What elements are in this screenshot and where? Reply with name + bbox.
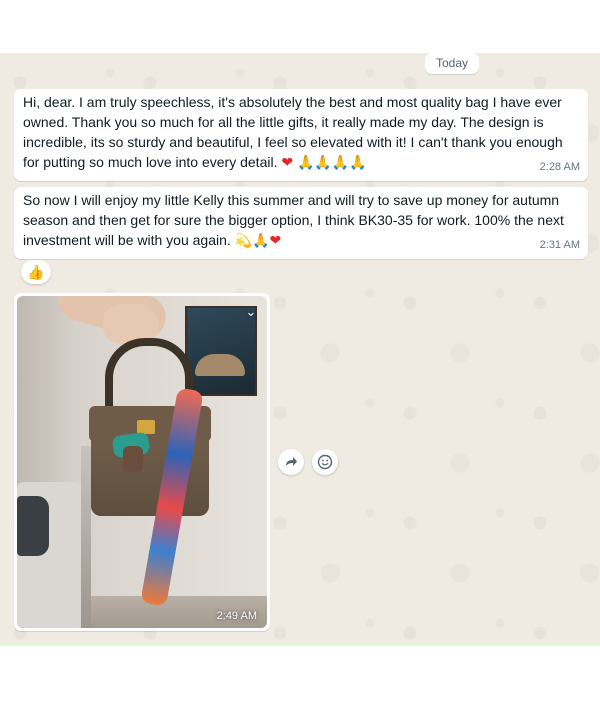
- smiley-icon: [317, 454, 333, 470]
- message-bubble[interactable]: So now I will enjoy my little Kelly this…: [14, 187, 588, 259]
- handbag-photo[interactable]: ⌄ 2:49 AM: [17, 296, 267, 628]
- image-timestamp: 2:49 AM: [216, 610, 257, 622]
- praying-hands-emoji: 🙏: [252, 233, 270, 249]
- message-text: So now I will enjoy my little Kelly this…: [23, 192, 564, 248]
- message-text: Hi, dear. I am truly speechless, it's ab…: [23, 94, 563, 170]
- date-chip: Today: [425, 53, 480, 74]
- dizzy-emoji: 💫: [234, 233, 253, 249]
- chevron-down-icon[interactable]: ⌄: [244, 305, 258, 319]
- react-emoji-button[interactable]: [312, 449, 338, 475]
- image-message[interactable]: ⌄ 2:49 AM: [14, 293, 270, 631]
- chat-pane: Today Hi, dear. I am truly speechless, i…: [0, 53, 600, 645]
- bottom-divider: [0, 644, 600, 646]
- forward-icon: [286, 457, 297, 466]
- heart-emoji: ❤: [269, 233, 282, 249]
- wall-painting: [185, 306, 257, 396]
- message-bubble[interactable]: Hi, dear. I am truly speechless, it's ab…: [14, 89, 588, 181]
- praying-hands-emoji: 🙏🙏🙏🙏: [296, 155, 367, 171]
- message-text-container: Hi, dear. I am truly speechless, it's ab…: [23, 92, 578, 173]
- forward-button[interactable]: [278, 449, 304, 475]
- heart-emoji: ❤: [281, 155, 294, 171]
- thumbs-up-icon: 👍: [27, 264, 45, 280]
- reaction-badge[interactable]: 👍: [21, 260, 51, 284]
- message-timestamp: 2:28 AM: [539, 161, 580, 173]
- message-text-container: So now I will enjoy my little Kelly this…: [23, 190, 578, 251]
- message-timestamp: 2:31 AM: [539, 239, 580, 251]
